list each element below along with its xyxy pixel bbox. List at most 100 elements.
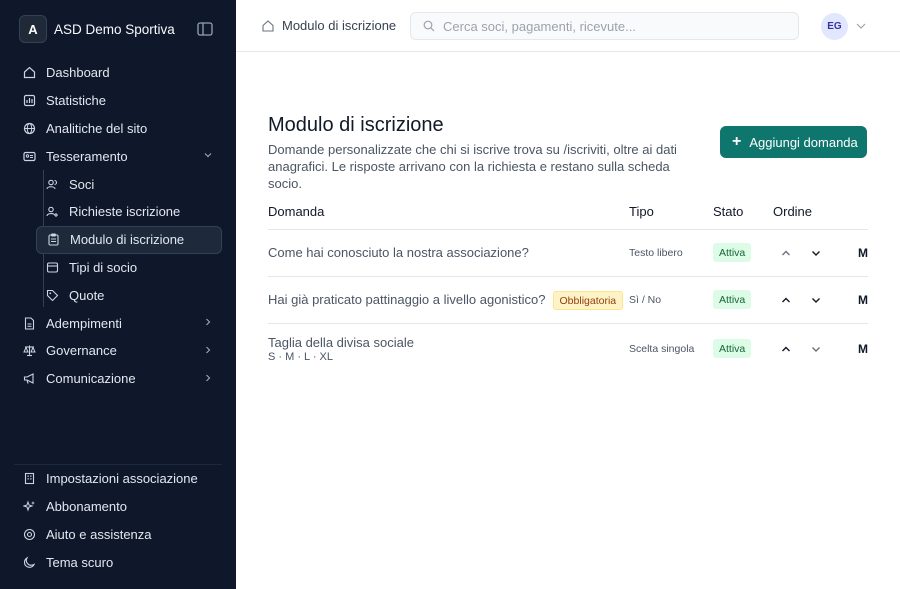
sidebar-item-adempimenti[interactable]: Adempimenti: [14, 309, 222, 337]
chevron-down-icon[interactable]: [856, 22, 866, 30]
document-icon: [23, 317, 36, 330]
clipboard-icon: [47, 233, 60, 246]
breadcrumb-current: Modulo di iscrizione: [282, 18, 397, 33]
chart-icon: [23, 94, 36, 107]
id-card-icon: [23, 150, 36, 163]
sidebar-item-label: Tipi di socio: [69, 259, 138, 275]
column-header-status: Stato: [713, 204, 744, 219]
column-header-order: Ordine: [773, 204, 813, 219]
sidebar-item-label: Modulo di iscrizione: [70, 232, 185, 248]
globe-icon: [23, 122, 36, 135]
question-type: Sì / No: [629, 294, 662, 306]
megaphone-icon: [23, 372, 36, 385]
sidebar-item-label: Soci: [69, 176, 95, 192]
user-plus-icon: [46, 205, 59, 218]
add-question-label: Aggiungi domanda: [749, 134, 858, 150]
sidebar-item-label: Adempimenti: [46, 315, 122, 331]
topbar: Modulo di iscrizione EG: [236, 0, 900, 52]
sidebar-item-tema-scuro[interactable]: Tema scuro: [14, 548, 222, 576]
home-icon[interactable]: [262, 19, 274, 32]
sidebar-item-label: Governance: [46, 343, 117, 359]
page-description: Domande personalizzate che chi si iscriv…: [268, 142, 677, 191]
sidebar-item-soci[interactable]: Soci: [36, 170, 222, 198]
sidebar-item-tipi-socio[interactable]: Tipi di socio: [36, 254, 222, 282]
sidebar-item-label: Comunicazione: [46, 371, 136, 387]
status-badge: Attiva: [713, 243, 752, 262]
sidebar-item-abbonamento[interactable]: Abbonamento: [14, 493, 222, 521]
move-down-icon[interactable]: [810, 294, 822, 306]
sidebar-item-label: Dashboard: [46, 65, 110, 81]
sidebar-item-label: Tema scuro: [46, 554, 114, 570]
table-header: Domanda Tipo Stato Ordine: [268, 191, 868, 230]
sidebar-item-impostazioni[interactable]: Impostazioni associazione: [14, 465, 222, 493]
sparkles-icon: [23, 500, 36, 513]
sidebar-item-aiuto[interactable]: Aiuto e assistenza: [14, 521, 222, 549]
column-header-question: Domanda: [268, 204, 325, 219]
chevron-right-icon: [206, 346, 211, 354]
row-actions-button[interactable]: M: [858, 246, 868, 260]
chevron-right-icon: [206, 318, 211, 326]
users-icon: [46, 178, 59, 191]
sidebar-item-comunicazione[interactable]: Comunicazione: [14, 365, 222, 393]
sidebar-item-richieste[interactable]: Richieste iscrizione: [36, 198, 222, 226]
sidebar-item-modulo-iscrizione[interactable]: Modulo di iscrizione: [36, 225, 222, 254]
search-input[interactable]: [443, 18, 773, 34]
sidebar-item-analitiche[interactable]: Analitiche del sito: [14, 115, 222, 143]
scale-icon: [23, 344, 36, 357]
sidebar-item-label: Aiuto e assistenza: [46, 526, 152, 542]
brand-logo: A: [19, 15, 47, 43]
question-text: Taglia della divisa sociale: [268, 335, 414, 350]
sidebar-item-label: Richieste iscrizione: [69, 204, 181, 220]
chevron-down-icon: [204, 153, 212, 158]
brand-name: ASD Demo Sportiva: [54, 21, 175, 37]
sidebar-item-label: Tesseramento: [46, 148, 128, 164]
tag-icon: [46, 289, 59, 302]
sidebar-item-label: Impostazioni associazione: [46, 471, 198, 487]
sidebar-nav: Dashboard Statistiche Analitiche del sit…: [14, 59, 222, 393]
sidebar-toggle-icon[interactable]: [197, 22, 213, 36]
move-up-icon[interactable]: [780, 294, 792, 306]
plus-icon: +: [732, 133, 742, 150]
sidebar-item-label: Statistiche: [46, 93, 106, 109]
search-box[interactable]: [410, 12, 799, 40]
tesseramento-submenu: Soci Richieste iscrizione Modulo di iscr…: [36, 170, 222, 309]
sidebar-item-dashboard[interactable]: Dashboard: [14, 59, 222, 87]
move-down-icon[interactable]: [810, 343, 822, 355]
row-actions-button[interactable]: M: [858, 293, 868, 307]
sidebar-item-statistiche[interactable]: Statistiche: [14, 87, 222, 115]
question-text: Come hai conosciuto la nostra associazio…: [268, 245, 529, 260]
sidebar-item-quote[interactable]: Quote: [36, 281, 222, 309]
row-actions-button[interactable]: M: [858, 342, 868, 356]
questions-table: Domanda Tipo Stato Ordine Come hai conos…: [268, 191, 868, 374]
status-badge: Attiva: [713, 339, 752, 358]
search-icon: [423, 20, 435, 32]
question-text: Hai già praticato pattinaggio a livello …: [268, 291, 546, 307]
breadcrumb: Modulo di iscrizione: [262, 18, 396, 33]
sidebar-item-label: Analitiche del sito: [46, 120, 148, 136]
table-row[interactable]: Come hai conosciuto la nostra associazio…: [268, 230, 868, 277]
lifebuoy-icon: [23, 528, 36, 541]
question-text-wrap: Hai già praticato pattinaggio a livello …: [268, 291, 624, 310]
move-up-icon[interactable]: [780, 343, 792, 355]
sidebar-footer-nav: Impostazioni associazione Abbonamento Ai…: [14, 464, 222, 576]
question-type: Testo libero: [629, 247, 683, 259]
badge-icon: [46, 261, 59, 274]
table-row[interactable]: Hai già praticato pattinaggio a livello …: [268, 277, 868, 324]
sidebar-item-tesseramento[interactable]: Tesseramento: [14, 142, 222, 170]
move-up-icon[interactable]: [780, 247, 792, 259]
chevron-right-icon: [206, 374, 211, 382]
moon-icon: [23, 556, 36, 569]
home-icon: [23, 66, 36, 79]
brand[interactable]: A ASD Demo Sportiva: [19, 15, 175, 43]
move-down-icon[interactable]: [810, 247, 822, 259]
required-badge: Obbligatoria: [552, 291, 624, 310]
page-title: Modulo di iscrizione: [268, 114, 444, 136]
question-options: S · M · L · XL: [268, 351, 333, 363]
add-question-button[interactable]: + Aggiungi domanda: [720, 126, 867, 158]
sidebar-item-governance[interactable]: Governance: [14, 337, 222, 365]
table-row[interactable]: Taglia della divisa sociale S · M · L · …: [268, 324, 868, 374]
sidebar-item-label: Quote: [69, 287, 105, 303]
avatar[interactable]: EG: [821, 13, 848, 40]
building-icon: [23, 472, 36, 485]
status-badge: Attiva: [713, 290, 752, 309]
